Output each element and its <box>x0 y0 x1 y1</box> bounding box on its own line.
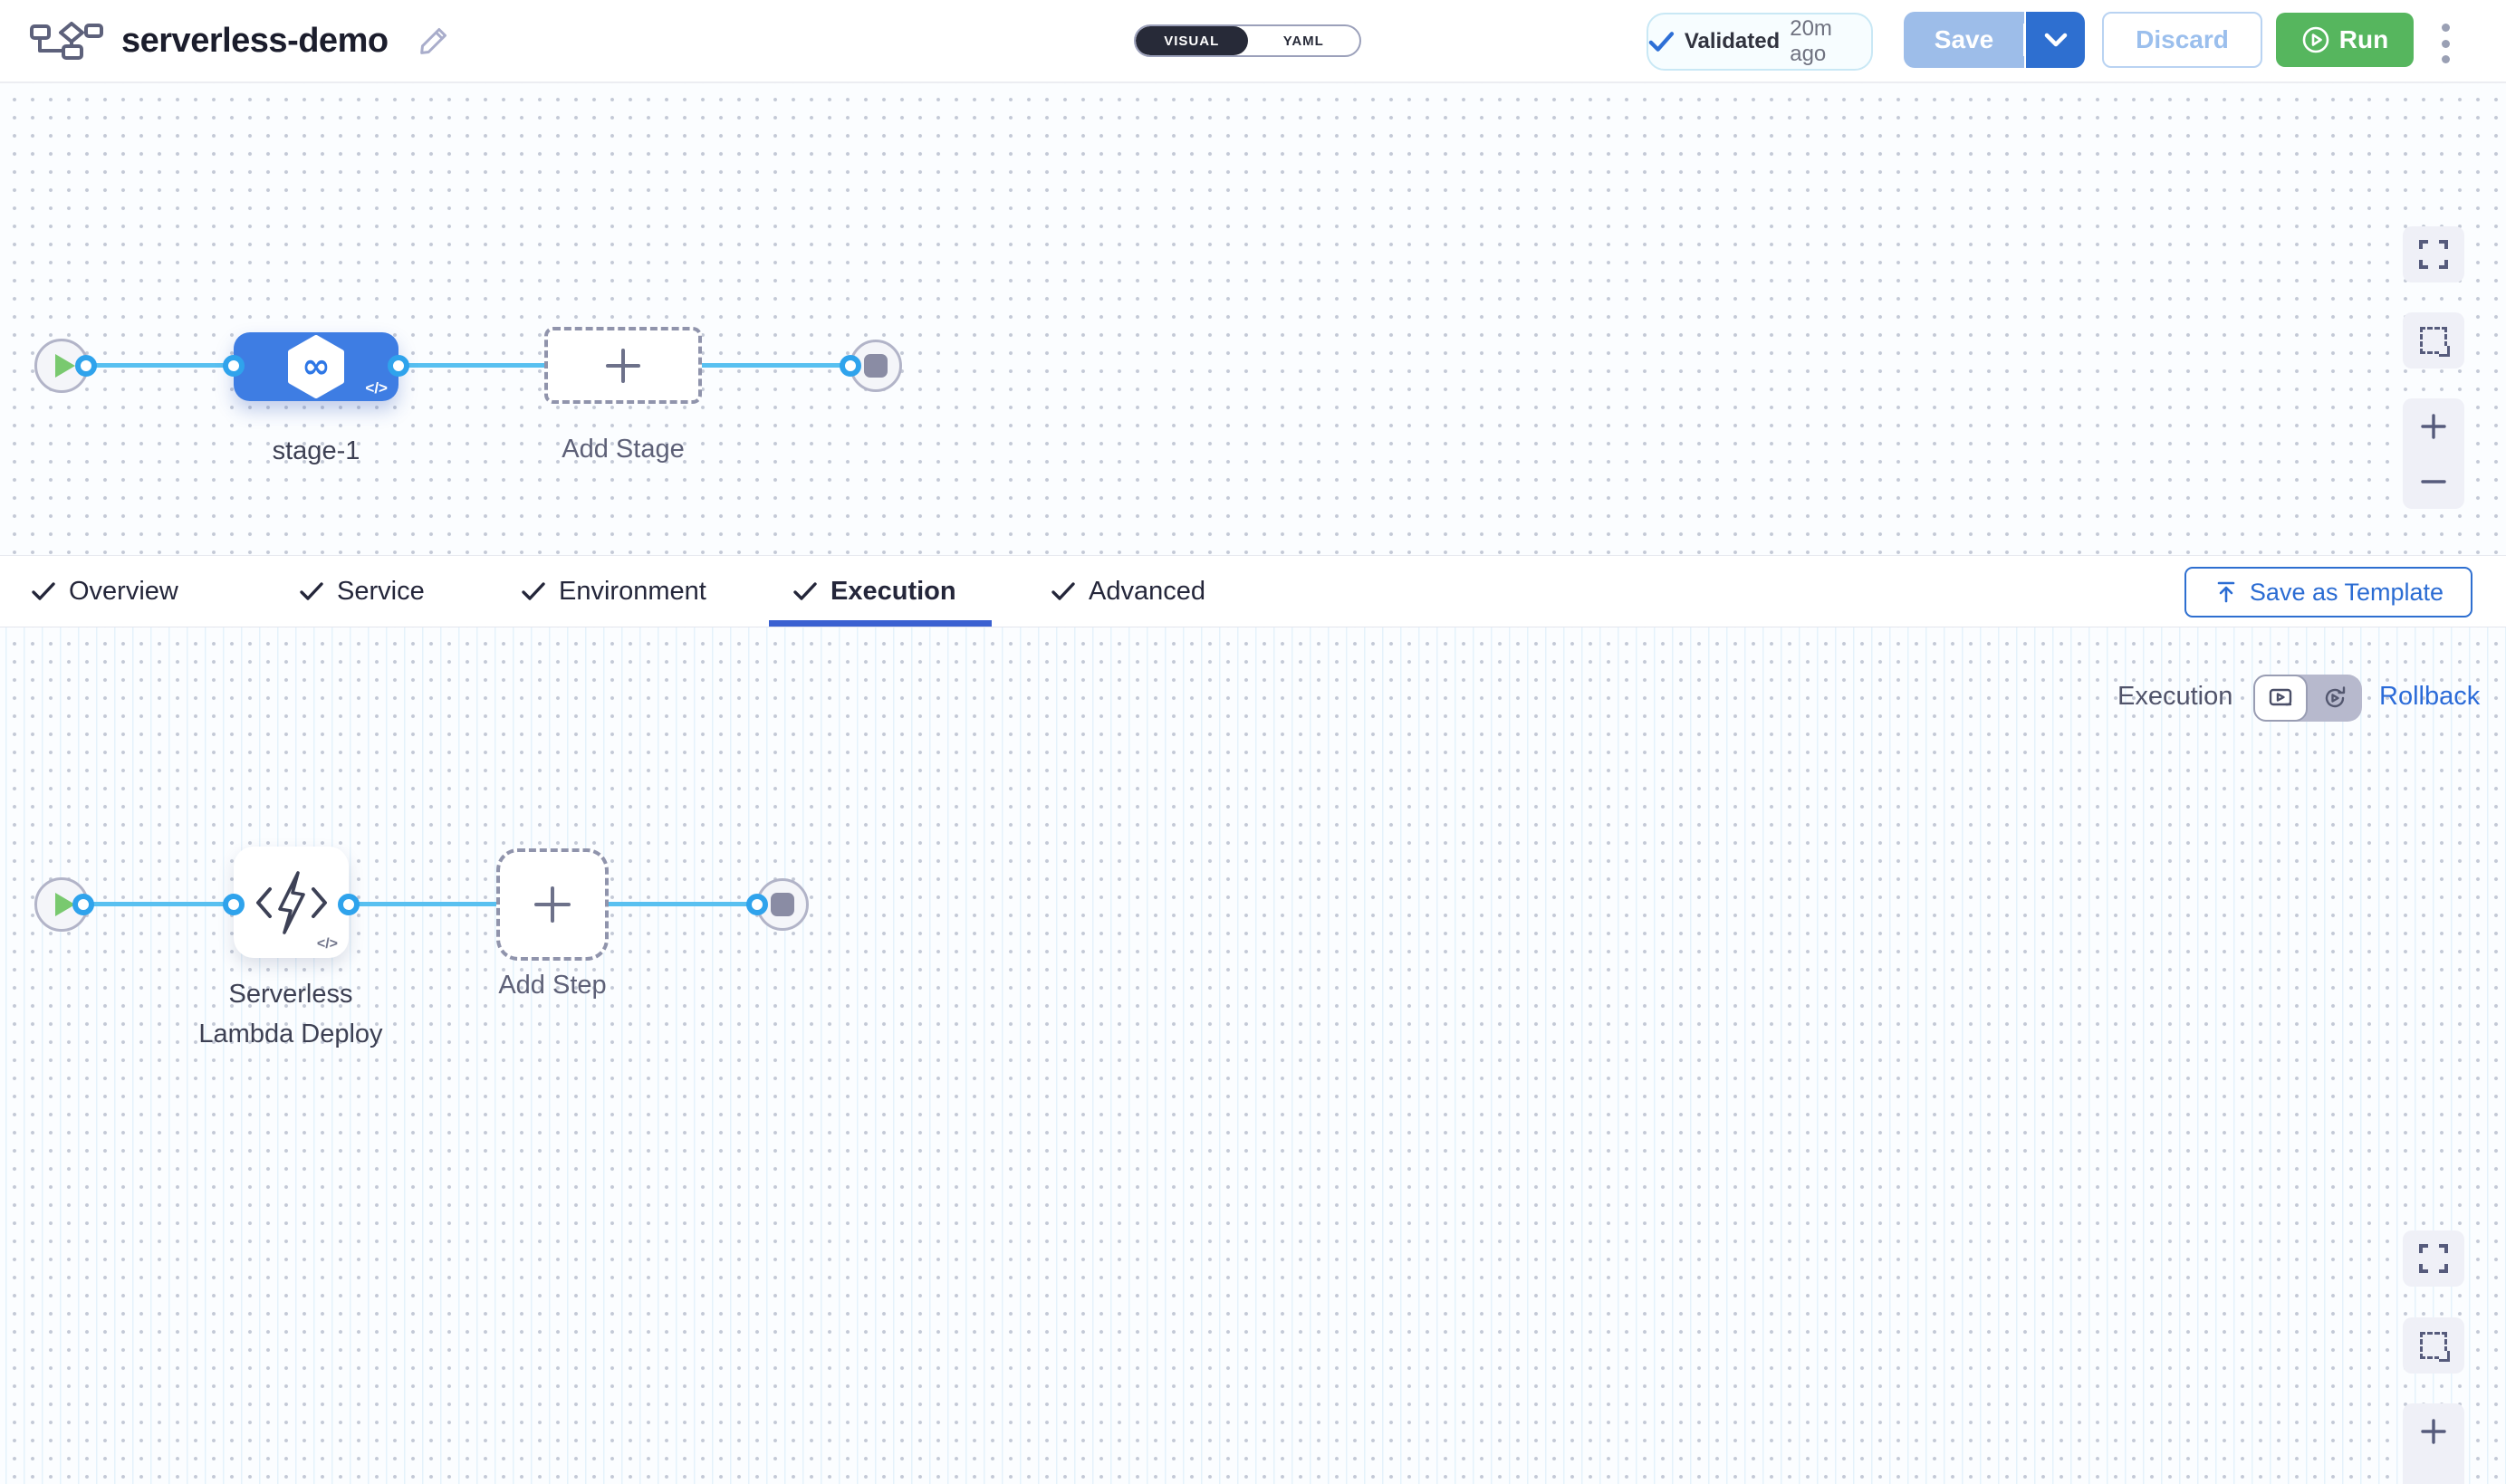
connector-port <box>338 894 360 915</box>
add-step-button[interactable] <box>496 848 609 961</box>
rollback-link[interactable]: Rollback <box>2379 682 2480 712</box>
plus-icon <box>604 347 642 385</box>
check-icon <box>1648 30 1675 53</box>
stage-name-label: stage-1 <box>226 436 407 466</box>
check-icon <box>31 580 56 602</box>
zoom-in-button[interactable] <box>2403 1403 2464 1459</box>
selection-icon <box>2420 327 2447 354</box>
zoom-in-button[interactable] <box>2403 398 2464 454</box>
stage-canvas[interactable]: ∞ </> stage-1 Add Stage <box>0 83 2506 555</box>
connector-port <box>223 355 245 377</box>
validated-time: 20m ago <box>1790 16 1871 67</box>
plus-icon <box>2420 413 2447 440</box>
serverless-lambda-deploy-step[interactable]: </> <box>234 847 349 958</box>
zoom-out-button[interactable] <box>2403 1459 2464 1484</box>
run-label: Run <box>2339 25 2388 54</box>
active-tab-underline <box>769 620 992 627</box>
pipeline-icon <box>29 22 103 60</box>
tab-execution[interactable]: Execution <box>792 556 956 627</box>
connector-port <box>840 355 861 377</box>
canvas-fullscreen-button[interactable] <box>2403 226 2464 282</box>
header: serverless-demo VISUAL YAML Validated 20… <box>0 0 2506 83</box>
toggle-yaml[interactable]: YAML <box>1248 26 1360 55</box>
tab-service[interactable]: Service <box>299 556 425 627</box>
check-icon <box>521 580 546 602</box>
check-icon <box>1051 580 1076 602</box>
stop-square-icon <box>864 354 888 378</box>
add-stage-label: Add Stage <box>533 435 714 464</box>
svg-text:∞: ∞ <box>302 346 331 386</box>
fullscreen-icon <box>2418 1243 2449 1274</box>
page-title: serverless-demo <box>121 22 389 61</box>
chevron-down-icon <box>2044 33 2068 47</box>
save-as-template-button[interactable]: Save as Template <box>2184 567 2472 618</box>
add-stage-button[interactable] <box>544 327 702 404</box>
visual-yaml-toggle: VISUAL YAML <box>1134 24 1361 57</box>
validated-badge[interactable]: Validated 20m ago <box>1647 13 1873 71</box>
stage-code-badge: </> <box>365 379 388 397</box>
tab-overview[interactable]: Overview <box>31 556 178 627</box>
fullscreen-icon <box>2418 239 2449 270</box>
save-button[interactable]: Save <box>1904 12 2024 68</box>
check-icon <box>299 580 324 602</box>
execution-view-button[interactable] <box>2253 675 2308 722</box>
canvas-zoom-control <box>2403 398 2464 509</box>
connector-port <box>388 355 409 377</box>
validated-label: Validated <box>1685 29 1780 54</box>
canvas-zoom-control <box>2403 1403 2464 1484</box>
plus-icon <box>532 884 573 925</box>
save-dropdown-button[interactable] <box>2026 12 2085 68</box>
execution-view-icon <box>2268 686 2293 710</box>
canvas-fullscreen-button[interactable] <box>2403 1230 2464 1287</box>
pipeline-tabbar: Overview Service Environment Execution A… <box>0 555 2506 627</box>
serverless-lambda-icon <box>254 869 330 936</box>
serverless-stage-icon: ∞ <box>287 335 345 398</box>
connector-port <box>75 355 97 377</box>
edit-pencil-icon[interactable] <box>416 23 452 59</box>
minus-icon <box>2420 468 2447 495</box>
minus-icon <box>2420 1473 2447 1484</box>
canvas-select-button[interactable] <box>2403 312 2464 369</box>
step-code-badge: </> <box>317 936 338 953</box>
add-step-label: Add Step <box>462 971 643 1001</box>
execution-canvas[interactable]: Execution Rollback <box>0 627 2506 1484</box>
execution-mode-label: Execution <box>2117 682 2232 712</box>
toggle-visual[interactable]: VISUAL <box>1136 26 1248 55</box>
step-name-label: Serverless Lambda Deploy <box>132 974 449 1054</box>
stop-square-icon <box>771 893 794 916</box>
tab-environment[interactable]: Environment <box>521 556 706 627</box>
canvas-select-button[interactable] <box>2403 1317 2464 1374</box>
rollback-view-button[interactable] <box>2308 675 2362 722</box>
plus-icon <box>2420 1418 2447 1445</box>
connector-line <box>54 363 865 368</box>
start-play-icon <box>55 354 75 378</box>
tab-advanced[interactable]: Advanced <box>1051 556 1205 627</box>
zoom-out-button[interactable] <box>2403 454 2464 509</box>
upload-icon <box>2213 579 2239 605</box>
connector-port <box>72 894 94 915</box>
execution-rollback-toggle <box>2253 675 2362 722</box>
rollback-icon <box>2322 685 2348 711</box>
run-button[interactable]: Run <box>2276 13 2414 67</box>
selection-icon <box>2420 1332 2447 1359</box>
connector-port <box>746 894 768 915</box>
run-play-icon <box>2301 25 2330 54</box>
check-icon <box>792 580 818 602</box>
connector-line <box>54 902 770 906</box>
connector-port <box>223 894 245 915</box>
discard-button[interactable]: Discard <box>2102 12 2262 68</box>
stage-node[interactable]: ∞ </> <box>234 332 398 401</box>
more-options-kebab[interactable] <box>2436 24 2454 63</box>
